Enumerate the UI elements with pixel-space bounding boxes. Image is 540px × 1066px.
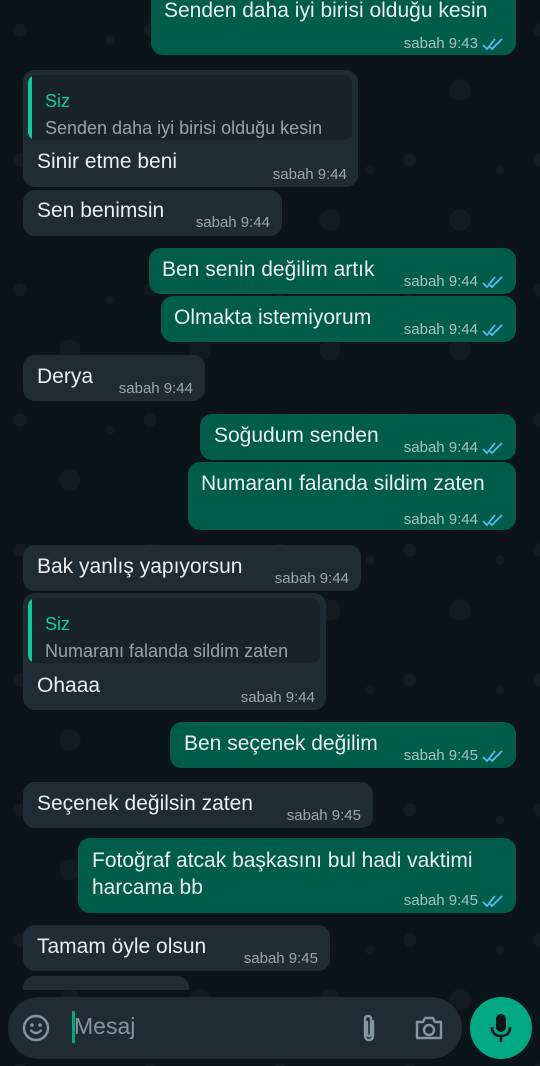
message-meta: sabah 9:44 [275, 566, 349, 592]
message-meta: sabah 9:45 [244, 946, 318, 972]
message-meta: sabah 9:44 [404, 435, 504, 461]
message-bubble-outgoing[interactable]: Olmakta istemiyorum sabah 9:44 [161, 296, 516, 342]
message-bubble-incoming[interactable]: Siz Senden daha iyi birisi olduğu kesin … [23, 70, 358, 187]
message-bubble-incoming[interactable]: Sen benimsin sabah 9:44 [23, 190, 282, 236]
camera-icon[interactable] [412, 1012, 446, 1044]
message-time: sabah 9:45 [403, 892, 478, 909]
message-bubble-outgoing[interactable]: Ben seçenek değilim sabah 9:45 [170, 722, 516, 768]
double-check-icon [482, 750, 503, 763]
quote-bar [28, 75, 32, 140]
message-time: sabah 9:44 [403, 321, 478, 338]
message-bubble-outgoing[interactable]: Soğudum senden sabah 9:44 [200, 414, 516, 460]
message-time: sabah 9:44 [195, 214, 270, 231]
message-meta: sabah 9:44 [196, 210, 270, 236]
message-text: Numaranı falanda sildim zaten [201, 472, 485, 495]
quote-author: Siz [45, 91, 71, 111]
message-meta: sabah 9:43 [404, 31, 504, 57]
mic-button[interactable] [470, 997, 532, 1059]
message-text: Tamam öyle olsun [37, 935, 207, 958]
message-bubble-outgoing[interactable]: Numaranı falanda sildim zaten sabah 9:44 [188, 462, 516, 530]
emoji-icon[interactable] [20, 1012, 52, 1044]
quote-author: Siz [45, 614, 71, 634]
message-bubble-incoming[interactable]: Bak yanlış yapıyorsun sabah 9:44 [23, 545, 361, 591]
message-meta: sabah 9:44 [404, 269, 504, 295]
message-meta: sabah 9:44 [404, 317, 504, 343]
message-bubble-outgoing[interactable]: Fotoğraf atcak başkasını bul hadi vaktim… [78, 838, 516, 913]
double-check-icon [482, 514, 503, 527]
message-meta: sabah 9:44 [241, 685, 315, 711]
message-meta: sabah 9:44 [119, 376, 193, 402]
message-bubble-incoming[interactable]: Siz Numaranı falanda sildim zaten Ohaaa … [23, 593, 326, 710]
paperclip-icon[interactable] [354, 1012, 384, 1044]
message-time: sabah 9:45 [243, 950, 318, 967]
message-text: Sinir etme beni [37, 150, 178, 173]
quote-text: Senden daha iyi birisi olduğu kesin [45, 118, 323, 138]
message-time: sabah 9:45 [286, 807, 361, 824]
message-text: Seçenek değilsin zaten [37, 792, 253, 815]
message-bubble-outgoing[interactable]: Ben senin değilim artık sabah 9:44 [149, 248, 516, 294]
message-time: sabah 9:44 [274, 570, 349, 587]
mic-icon [490, 1014, 512, 1042]
message-meta: sabah 9:45 [287, 803, 361, 829]
message-input[interactable]: Mesaj [74, 1013, 135, 1040]
message-text: Ben seçenek değilim [184, 732, 378, 755]
message-time: sabah 9:45 [403, 747, 478, 764]
message-time: sabah 9:44 [118, 380, 193, 397]
double-check-icon [482, 442, 503, 455]
message-list[interactable]: Senden daha iyi birisi olduğu kesin saba… [0, 0, 540, 990]
message-time: sabah 9:43 [403, 35, 478, 52]
message-text: Senden daha iyi birisi olduğu kesin [164, 0, 488, 22]
message-bubble-incoming-partial[interactable] [23, 976, 189, 990]
message-text: Bak yanlış yapıyorsun [37, 555, 243, 578]
message-text: Derya [37, 365, 94, 388]
double-check-icon [482, 895, 503, 908]
message-text: Soğudum senden [214, 424, 379, 447]
message-text: Sen benimsin [37, 199, 165, 222]
double-check-icon [482, 276, 503, 289]
message-time: sabah 9:44 [272, 166, 347, 183]
message-text: Ohaaa [37, 674, 101, 697]
message-time: sabah 9:44 [403, 439, 478, 456]
message-bubble-incoming[interactable]: Derya sabah 9:44 [23, 355, 205, 401]
double-check-icon [482, 38, 503, 51]
message-text-line-1: Fotoğraf atcak başkasını bul hadi vaktim… [92, 849, 473, 872]
quoted-message[interactable]: Siz Numaranı falanda sildim zaten [28, 598, 320, 663]
message-text-line-2: harcama bb [92, 876, 203, 899]
message-bubble-outgoing[interactable]: Senden daha iyi birisi olduğu kesin saba… [151, 0, 516, 55]
message-text: Olmakta istemiyorum [174, 306, 372, 329]
message-meta: sabah 9:45 [404, 888, 504, 914]
message-input-bar: Mesaj [8, 997, 462, 1059]
message-time: sabah 9:44 [403, 273, 478, 290]
message-bubble-incoming[interactable]: Seçenek değilsin zaten sabah 9:45 [23, 782, 373, 828]
quoted-message[interactable]: Siz Senden daha iyi birisi olduğu kesin [28, 75, 352, 140]
message-time: sabah 9:44 [240, 689, 315, 706]
message-time: sabah 9:44 [403, 511, 478, 528]
message-meta: sabah 9:44 [404, 507, 504, 533]
message-bubble-incoming[interactable]: Tamam öyle olsun sabah 9:45 [23, 925, 330, 971]
quote-text: Numaranı falanda sildim zaten [45, 641, 289, 661]
quote-bar [28, 598, 32, 663]
message-text: Ben senin değilim artık [162, 258, 375, 281]
message-meta: sabah 9:45 [404, 743, 504, 769]
message-meta: sabah 9:44 [273, 162, 347, 188]
double-check-icon [482, 324, 503, 337]
